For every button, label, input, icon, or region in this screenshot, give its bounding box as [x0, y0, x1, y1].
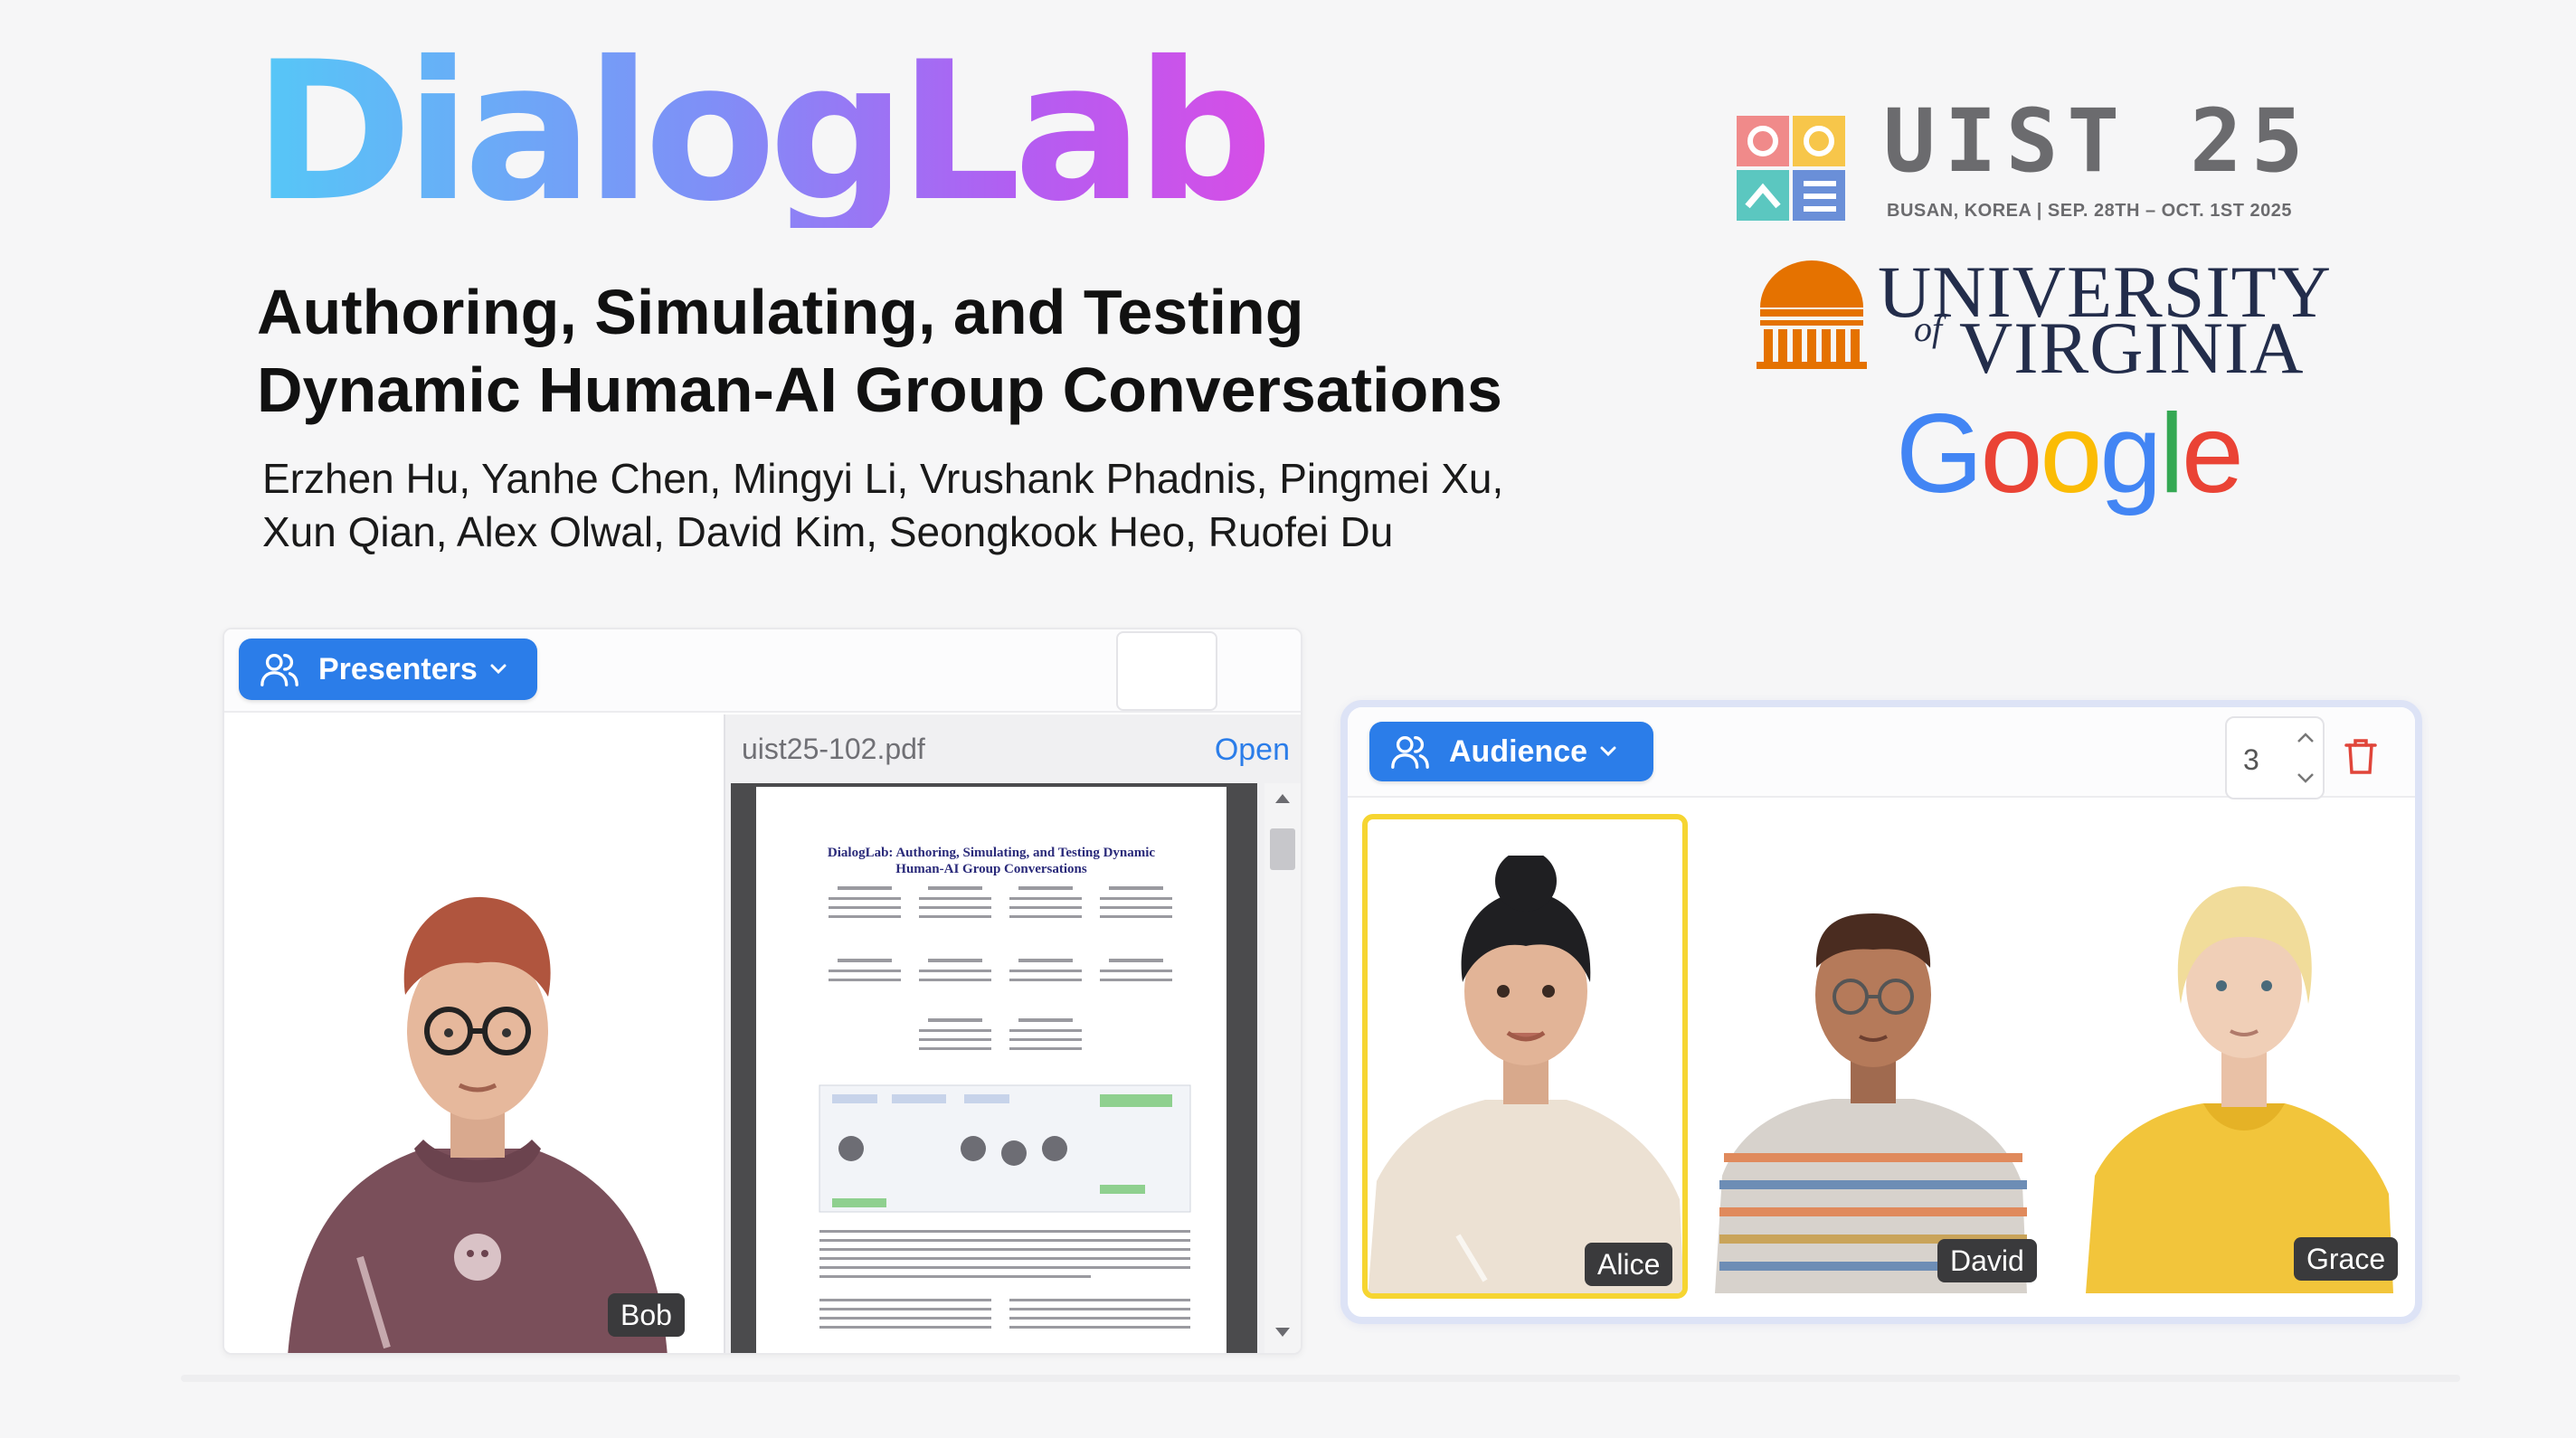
- pdf-viewer: uist25-102.pdf Open DialogLab: Authoring…: [724, 714, 1301, 1353]
- alice-avatar: [1368, 856, 1682, 1293]
- pdf-header: uist25-102.pdf Open: [725, 714, 1301, 780]
- google-letter: o: [2040, 392, 2102, 516]
- people-icon: [1391, 735, 1429, 769]
- avatar-name-tag: David: [1937, 1239, 2037, 1282]
- audience-card[interactable]: Grace: [2068, 814, 2415, 1299]
- google-letter: l: [2159, 392, 2184, 516]
- authors-line-2: Xun Qian, Alex Olwal, David Kim, Seongko…: [262, 508, 1394, 555]
- pdf-open-link[interactable]: Open: [1215, 733, 1290, 768]
- bottom-divider: [181, 1375, 2460, 1382]
- audience-card[interactable]: David: [1706, 814, 2050, 1299]
- subtitle: Authoring, Simulating, and Testing Dynam…: [257, 273, 1502, 429]
- avatar-name-tag: Grace: [2294, 1237, 2399, 1281]
- pdf-filename: uist25-102.pdf: [742, 733, 925, 765]
- empty-slot[interactable]: [1116, 631, 1217, 711]
- people-icon: [260, 653, 298, 686]
- uist-logo-icon: [1737, 116, 1845, 221]
- presenter-avatar-card[interactable]: Bob: [224, 714, 720, 1353]
- audience-toolbar: Audience 3: [1348, 707, 2415, 799]
- google-letter: o: [1980, 392, 2042, 516]
- scroll-up-icon[interactable]: [1274, 792, 1292, 805]
- avatar-name-tag: Bob: [608, 1293, 685, 1337]
- pdf-scroll-thumb[interactable]: [1270, 828, 1295, 870]
- authors-line-1: Erzhen Hu, Yanhe Chen, Mingyi Li, Vrusha…: [262, 455, 1504, 502]
- google-letter: G: [1896, 392, 1983, 516]
- rotunda-icon: [1757, 260, 1867, 369]
- google-logo: Google: [1896, 398, 2244, 510]
- pdf-scrollbar[interactable]: [1264, 783, 1301, 1353]
- audience-card[interactable]: Alice: [1362, 814, 1688, 1299]
- audience-label: Audience: [1449, 733, 1588, 769]
- scroll-down-icon[interactable]: [1274, 1326, 1292, 1339]
- uist-wordmark: UIST 25: [1883, 90, 2313, 192]
- bob-avatar: [288, 896, 668, 1353]
- chevron-down-icon[interactable]: [2296, 771, 2316, 785]
- presenters-panel: Presenters Bob uist25-102.pdf Open Dialo…: [223, 628, 1302, 1355]
- trash-icon[interactable]: [2343, 736, 2379, 776]
- pdf-frame[interactable]: DialogLab: Authoring, Simulating, and Te…: [731, 783, 1257, 1353]
- uva-wordmark-line-2: VIRGINIA: [1959, 307, 2305, 389]
- audience-panel: Audience 3 Alice David Grace: [1340, 700, 2422, 1324]
- author-list: Erzhen Hu, Yanhe Chen, Mingyi Li, Vrusha…: [262, 452, 1503, 559]
- presenters-label: Presenters: [318, 651, 478, 686]
- pdf-page-content: [819, 886, 1191, 1329]
- presenters-toolbar: Presenters: [224, 629, 1301, 713]
- audience-button[interactable]: Audience: [1369, 722, 1653, 781]
- pdf-page: DialogLab: Authoring, Simulating, and Te…: [756, 787, 1226, 1353]
- subtitle-line-2: Dynamic Human-AI Group Conversations: [257, 355, 1502, 425]
- david-avatar: [1715, 913, 2027, 1293]
- google-letter: g: [2099, 392, 2162, 516]
- avatar-name-tag: Alice: [1585, 1243, 1673, 1286]
- chevron-up-icon[interactable]: [2296, 731, 2316, 745]
- chevron-down-icon: [1600, 746, 1616, 757]
- subtitle-line-1: Authoring, Simulating, and Testing: [257, 277, 1304, 347]
- presenters-button[interactable]: Presenters: [239, 639, 537, 700]
- google-letter: e: [2181, 392, 2244, 516]
- chevron-down-icon: [490, 664, 507, 675]
- audience-count-value: 3: [2243, 743, 2259, 776]
- uist-date: BUSAN, KOREA | SEP. 28TH – OCT. 1ST 2025: [1887, 201, 2292, 221]
- audience-count-stepper[interactable]: 3: [2225, 716, 2325, 799]
- uva-wordmark-of: of: [1914, 308, 1943, 349]
- grace-avatar: [2086, 886, 2393, 1293]
- brand-title: DialogLab: [253, 20, 1274, 243]
